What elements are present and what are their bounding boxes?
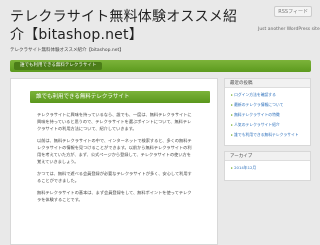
site-subline: テレクラサイト無料体験オススメ紹介【bitashop.net】 (10, 48, 124, 53)
main-content: 誰でも利用できる無料テレクラサイト テレクラサイトに興味を持っているなら、誰でも… (10, 78, 218, 245)
recent-post-link[interactable]: 人気のテレクラサイト紹介 (231, 122, 304, 127)
main-navigation: 誰でも利用できる無料テレクラサイト (10, 60, 311, 72)
post-paragraph: 以前は、無料テレクラサイトの中で、インターネットで検索すると、多くの無料テレクラ… (37, 138, 192, 164)
site-title[interactable]: テレクラサイト無料体験オススメ紹介【bitashop.net】 (10, 8, 250, 44)
archive-list: 2014年12月 (225, 161, 310, 178)
sidebar: 最近の投稿 ログイン方法を確認する 最新のテレクラ情報について 無料テレクラサイ… (224, 78, 311, 245)
nav-item-home[interactable]: 誰でも利用できる無料テレクラサイト (14, 62, 103, 70)
archive-widget: アーカイブ 2014年12月 (224, 151, 311, 181)
post-title[interactable]: 誰でも利用できる無料テレクラサイト (30, 91, 210, 103)
recent-post-link[interactable]: 無料テレクラサイトの特徴 (231, 112, 304, 117)
recent-post-link[interactable]: 最新のテレクラ情報について (231, 102, 304, 107)
post-paragraph: 無料テレクラサイトの基本は、まず会員登録をして、無料ポイントを使ってテレクラを体… (37, 190, 192, 202)
site-tagline: Just another WordPress site (258, 27, 320, 32)
post-paragraph: かつては、無料で遊べる会員登録が必要なテレクラサイトが多く、安心して利用すること… (37, 171, 192, 183)
recent-posts-widget: 最近の投稿 ログイン方法を確認する 最新のテレクラ情報について 無料テレクラサイ… (224, 78, 311, 146)
rss-link[interactable]: RSSフィード (274, 6, 312, 17)
recent-posts-list: ログイン方法を確認する 最新のテレクラ情報について 無料テレクラサイトの特徴 人… (225, 88, 310, 145)
widget-title: 最近の投稿 (225, 79, 310, 88)
widget-title: アーカイブ (225, 152, 310, 161)
post-paragraph: テレクラサイトに興味を持っているなら、誰でも、一度は、無料テレクラサイトに興味を… (37, 112, 192, 131)
recent-post-link[interactable]: 誰でも利用できる無料テレクラサイト (231, 132, 304, 137)
post-body: テレクラサイトに興味を持っているなら、誰でも、一度は、無料テレクラサイトに興味を… (37, 111, 195, 203)
recent-post-link[interactable]: ログイン方法を確認する (231, 92, 304, 97)
archive-link[interactable]: 2014年12月 (231, 165, 304, 170)
